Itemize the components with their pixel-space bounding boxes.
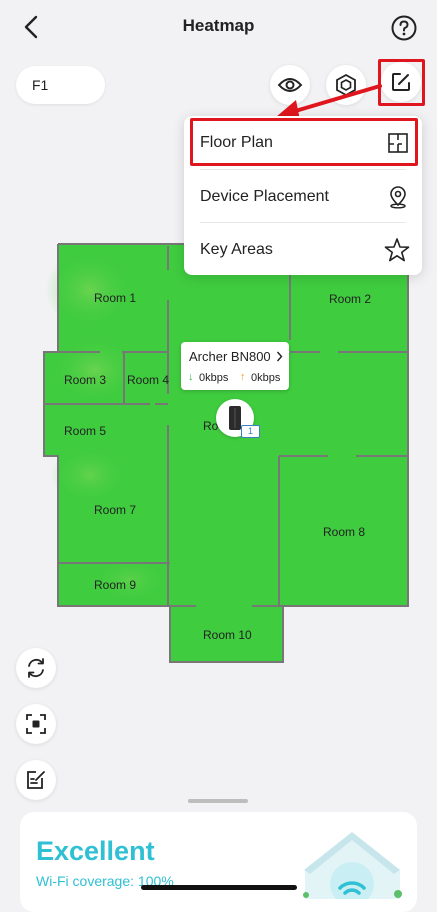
menu-item-label: Device Placement (200, 187, 329, 205)
floor-plan-highlight-box (190, 118, 418, 166)
upload-rate: 0kbps (251, 372, 281, 384)
download-rate: 0kbps (199, 372, 229, 384)
device-name: Archer BN800 (189, 349, 271, 364)
room-label: Room 2 (329, 292, 372, 306)
device-count-badge: 1 (241, 425, 260, 438)
room-label: Room 10 (203, 628, 252, 642)
house-wifi-illustration (303, 832, 402, 899)
help-icon (391, 15, 417, 41)
page-title: Heatmap (182, 16, 255, 35)
room-label: Room 7 (94, 503, 137, 517)
room-label: Room 8 (323, 525, 366, 539)
refresh-icon (28, 658, 44, 678)
room-label: Room 4 (127, 373, 170, 387)
sheet-handle[interactable] (188, 799, 248, 803)
edit-highlight-box (378, 59, 425, 106)
menu-item-device-placement[interactable]: Device Placement (184, 170, 422, 223)
upload-arrow-icon: ↑ (240, 371, 246, 383)
focus-icon (26, 714, 46, 734)
location-pin-icon (390, 185, 406, 209)
notes-icon (27, 771, 45, 789)
device-tooltip[interactable]: Archer BN800 ↓ 0kbps ↑ 0kbps (181, 342, 289, 390)
menu-item-label: Key Areas (200, 240, 273, 258)
coverage-label: Wi-Fi coverage: (36, 873, 138, 889)
help-button[interactable] (391, 15, 417, 41)
star-icon (384, 237, 410, 261)
refresh-button[interactable] (16, 648, 56, 688)
room-label: Room 3 (64, 373, 107, 387)
home-indicator (141, 885, 297, 890)
menu-item-key-areas[interactable]: Key Areas (184, 223, 422, 276)
focus-button[interactable] (16, 704, 56, 744)
download-arrow-icon: ↓ (188, 371, 194, 383)
room-label: Room 1 (94, 291, 137, 305)
room-label: Room 9 (94, 578, 137, 592)
chevron-right-icon (276, 351, 283, 362)
coverage-rating: Excellent (36, 836, 155, 866)
floor-selector[interactable]: F1 (16, 66, 105, 104)
router-icon (229, 406, 241, 430)
floor-plan-map (43, 243, 409, 663)
notes-button[interactable] (16, 760, 56, 800)
room-label: Room 5 (64, 424, 107, 438)
